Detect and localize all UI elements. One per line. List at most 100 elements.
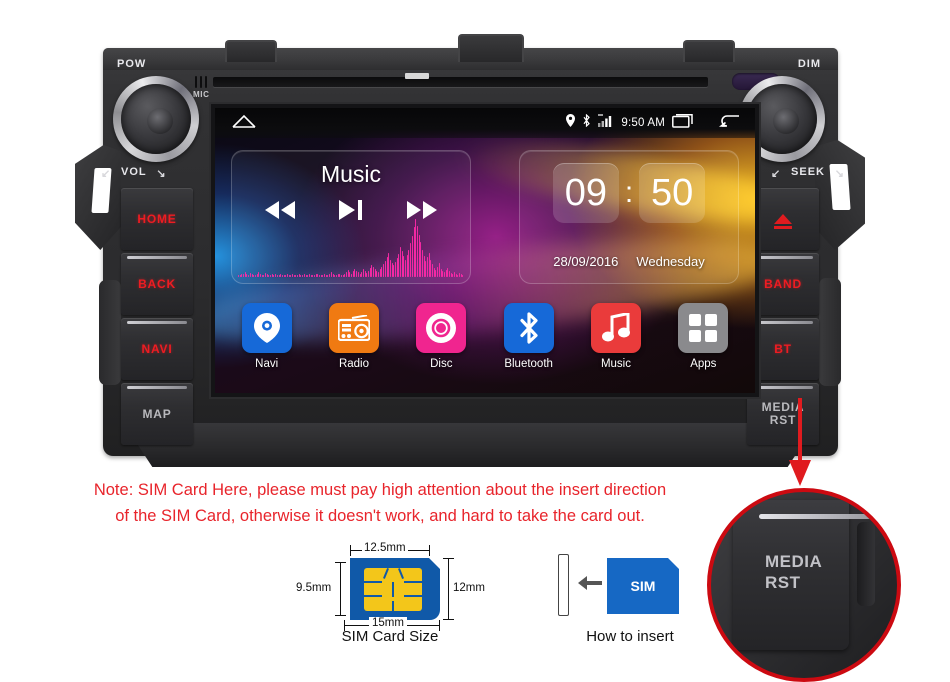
equalizer-bar: [259, 274, 261, 277]
equalizer-bar: [342, 275, 344, 277]
app-disc[interactable]: Disc: [407, 303, 475, 370]
dim-left-label: 9.5mm: [296, 582, 332, 594]
radio-icon[interactable]: [328, 303, 379, 353]
clock-weekday: Wednesday: [636, 254, 705, 269]
button-bt[interactable]: BT: [747, 318, 819, 380]
equalizer-bar: [459, 272, 460, 277]
equalizer-bar: [241, 273, 243, 277]
equalizer-bar: [253, 275, 254, 277]
recent-apps-icon[interactable]: [672, 113, 694, 133]
equalizer-bar: [286, 273, 288, 277]
dim-label: DIM: [797, 58, 821, 70]
equalizer-bar: [357, 272, 359, 277]
equalizer-bar: [384, 260, 386, 277]
equalizer-bar: [369, 267, 371, 277]
equalizer-bar: [238, 274, 239, 277]
equalizer-bar: [364, 271, 366, 277]
app-music[interactable]: Music: [582, 303, 650, 370]
equalizer-bar: [447, 267, 448, 277]
equalizer-bar: [248, 274, 249, 277]
button-home[interactable]: HOME: [121, 188, 193, 250]
eject-icon: [774, 214, 792, 229]
equalizer-bar: [275, 273, 276, 277]
back-arrow-icon[interactable]: [718, 114, 741, 133]
dim-top-tick-right: [429, 545, 431, 556]
button-eject[interactable]: [747, 188, 819, 250]
clock-date-row: 28/09/2016 Wednesday: [520, 254, 738, 269]
dim-left-tick-bottom: [335, 615, 346, 617]
equalizer-bar: [270, 275, 271, 277]
unit-chassis-bottom: [123, 423, 817, 467]
equalizer-bar: [246, 273, 248, 277]
disc-slot[interactable]: [213, 73, 708, 87]
home-icon[interactable]: [231, 113, 257, 134]
app-navi[interactable]: Navi: [233, 303, 301, 370]
equalizer-bar: [405, 259, 406, 277]
knob-center-right: [773, 108, 799, 134]
magnified-side-clip: [857, 522, 875, 606]
apps-grid-icon[interactable]: [678, 303, 729, 353]
equalizer-bar: [427, 257, 428, 277]
knob-face-left: [121, 84, 191, 154]
equalizer-bar: [359, 273, 361, 277]
equalizer-bar: [428, 252, 430, 277]
seek-right-arrow-icon: ↘: [834, 168, 845, 180]
equalizer-bar: [442, 271, 443, 277]
equalizer-bar: [308, 274, 310, 277]
equalizer-bar: [312, 275, 313, 277]
touchscreen-display[interactable]: 9:50 AM Music 09: 50 28/09/2016 Wednesd…: [215, 108, 755, 393]
app-bluetooth[interactable]: Bluetooth: [495, 303, 563, 370]
bluetooth-icon: [582, 113, 591, 132]
dim-left-tick-top: [335, 562, 346, 564]
equalizer-bar: [376, 270, 378, 277]
equalizer-bar: [367, 270, 369, 277]
app-dock: Navi Radio Disc Bluetooth Music Apps: [215, 303, 755, 389]
equalizer-bar: [394, 261, 396, 277]
equalizer-bar: [263, 274, 264, 277]
equalizer-bar: [271, 274, 273, 277]
equalizer-bar: [293, 274, 295, 277]
equalizer-bar: [378, 271, 379, 277]
equalizer-bar: [283, 275, 285, 277]
button-band[interactable]: BAND: [747, 253, 819, 315]
location-pin-icon[interactable]: [241, 303, 292, 353]
equalizer-bar: [302, 274, 303, 277]
app-radio[interactable]: Radio: [320, 303, 388, 370]
equalizer-bar: [278, 275, 280, 277]
music-note-icon[interactable]: [590, 303, 641, 353]
sim-card-note-line2: of the SIM Card, otherwise it doesn't wo…: [115, 506, 645, 525]
equalizer-bar: [398, 253, 399, 277]
music-widget[interactable]: Music: [231, 150, 471, 284]
equalizer-bar: [421, 250, 423, 277]
sim-card-insert-graphic: SIM: [607, 558, 679, 614]
power-volume-knob[interactable]: [113, 76, 199, 162]
equalizer-bar: [415, 219, 416, 277]
bluetooth-icon[interactable]: [503, 303, 554, 353]
app-label: Radio: [338, 358, 370, 370]
sim-card-insert-label: SIM: [630, 578, 656, 594]
disc-icon[interactable]: [416, 303, 467, 353]
car-head-unit: MIC POW ↙ VOL ↘ DIM ↙ SEEK ↘ HOME BACK N…: [75, 34, 865, 470]
app-label: Navi: [255, 358, 279, 370]
clock-widget[interactable]: 09 : 50 28/09/2016 Wednesday: [519, 150, 739, 284]
equalizer-bar: [351, 273, 352, 277]
sim-card-size-caption: SIM Card Size: [341, 628, 439, 645]
equalizer-bar: [239, 275, 241, 277]
app-apps[interactable]: Apps: [669, 303, 737, 370]
equalizer-bar: [354, 268, 356, 277]
equalizer-bar: [411, 236, 413, 277]
status-bar-clock: 9:50 AM: [621, 117, 665, 129]
mount-tab-left: [225, 40, 277, 62]
equalizer-bar: [292, 274, 293, 277]
button-navi-ridge: [127, 321, 187, 324]
button-back[interactable]: BACK: [121, 253, 193, 315]
equalizer-bar: [373, 266, 374, 277]
equalizer-bar: [297, 274, 298, 277]
dim-right-tick-bottom: [443, 619, 454, 621]
button-map[interactable]: MAP: [121, 383, 193, 445]
button-back-label: BACK: [138, 277, 176, 291]
equalizer-bar: [346, 272, 347, 277]
equalizer-bar: [432, 264, 433, 277]
button-navi[interactable]: NAVI: [121, 318, 193, 380]
mount-tab-right: [683, 40, 735, 62]
